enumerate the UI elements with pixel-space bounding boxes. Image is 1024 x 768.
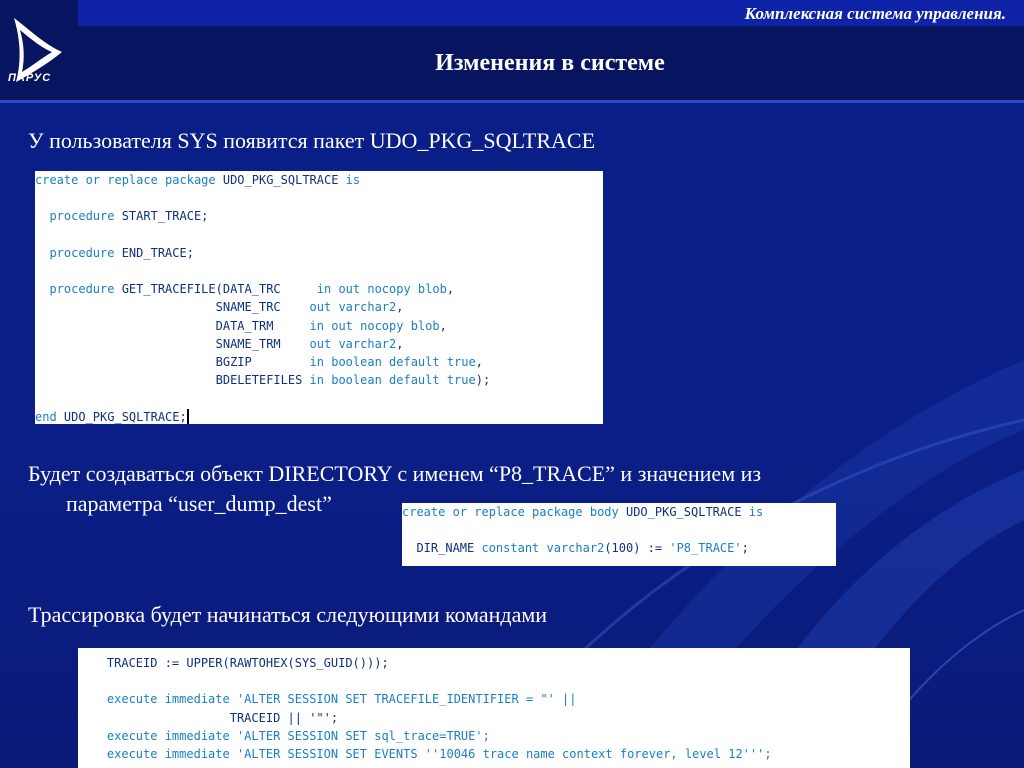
header-divider [0, 100, 1024, 103]
tagline: Комплексная система управления. [744, 4, 1006, 23]
paragraph-directory-line2: параметра “user_dump_dest” [66, 491, 332, 516]
code-block-package-body: create or replace package body UDO_PKG_S… [402, 503, 836, 566]
top-strip: Комплексная система управления. [78, 0, 1024, 26]
paragraph-directory-line1: Будет создаваться объект DIRECTORY с име… [28, 461, 762, 486]
code-block-trace-commands: TRACEID := UPPER(RAWTOHEX(SYS_GUID())); … [78, 648, 910, 768]
paragraph-trace-start: Трассировка будет начинаться следующими … [28, 602, 548, 627]
paragraph-package: У пользователя SYS появится пакет UDO_PK… [28, 128, 596, 153]
text-cursor [186, 408, 189, 424]
code-block-package-spec: create or replace package UDO_PKG_SQLTRA… [35, 171, 603, 424]
slide-title: Изменения в системе [435, 50, 665, 76]
